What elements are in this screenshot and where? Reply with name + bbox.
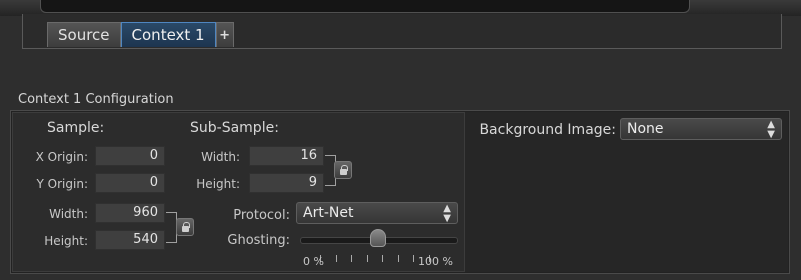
left-config-panel — [12, 112, 465, 272]
protocol-select[interactable]: Art-Net ▲ ▼ — [296, 202, 458, 224]
sample-height-label: Height: — [44, 234, 88, 248]
lock-icon[interactable] — [334, 161, 352, 179]
section-title: Context 1 Configuration — [18, 92, 174, 107]
x-origin-field[interactable]: 0 — [95, 146, 165, 166]
ghosting-ticks — [320, 255, 430, 263]
subsample-header: Sub-Sample: — [190, 120, 279, 136]
ghosting-min-label: 0 % — [303, 255, 324, 268]
tab-bar: Source Context 1 + — [22, 14, 782, 49]
updown-arrows-icon: ▲ ▼ — [767, 119, 775, 140]
lock-icon[interactable] — [176, 218, 194, 236]
background-image-value: None — [627, 121, 664, 137]
tab-context-1[interactable]: Context 1 — [120, 22, 216, 47]
tabs: Source Context 1 + — [47, 22, 234, 47]
subsample-height-field[interactable]: 9 — [249, 173, 324, 193]
background-image-label: Background Image: — [479, 122, 616, 138]
sample-width-field[interactable]: 960 — [95, 203, 165, 223]
subsample-width-field[interactable]: 16 — [249, 146, 324, 166]
subsample-width-label: Width: — [201, 150, 240, 164]
sample-height-field[interactable]: 540 — [95, 230, 165, 250]
tab-source[interactable]: Source — [47, 22, 121, 47]
subsample-height-label: Height: — [196, 177, 240, 191]
protocol-value: Art-Net — [303, 205, 354, 221]
protocol-label: Protocol: — [233, 208, 290, 223]
ghosting-slider-thumb[interactable] — [370, 229, 386, 247]
x-origin-label: X Origin: — [35, 150, 88, 164]
updown-arrows-icon: ▲ ▼ — [443, 203, 451, 224]
ghosting-max-label: 100 % — [418, 255, 453, 268]
background-image-select[interactable]: None ▲ ▼ — [620, 118, 782, 140]
y-origin-field[interactable]: 0 — [95, 173, 165, 193]
top-slot — [40, 0, 690, 13]
ghosting-label: Ghosting: — [227, 233, 290, 248]
sample-header: Sample: — [47, 120, 105, 136]
y-origin-label: Y Origin: — [36, 177, 88, 191]
sample-width-label: Width: — [49, 207, 88, 221]
add-icon[interactable]: + — [215, 22, 234, 47]
